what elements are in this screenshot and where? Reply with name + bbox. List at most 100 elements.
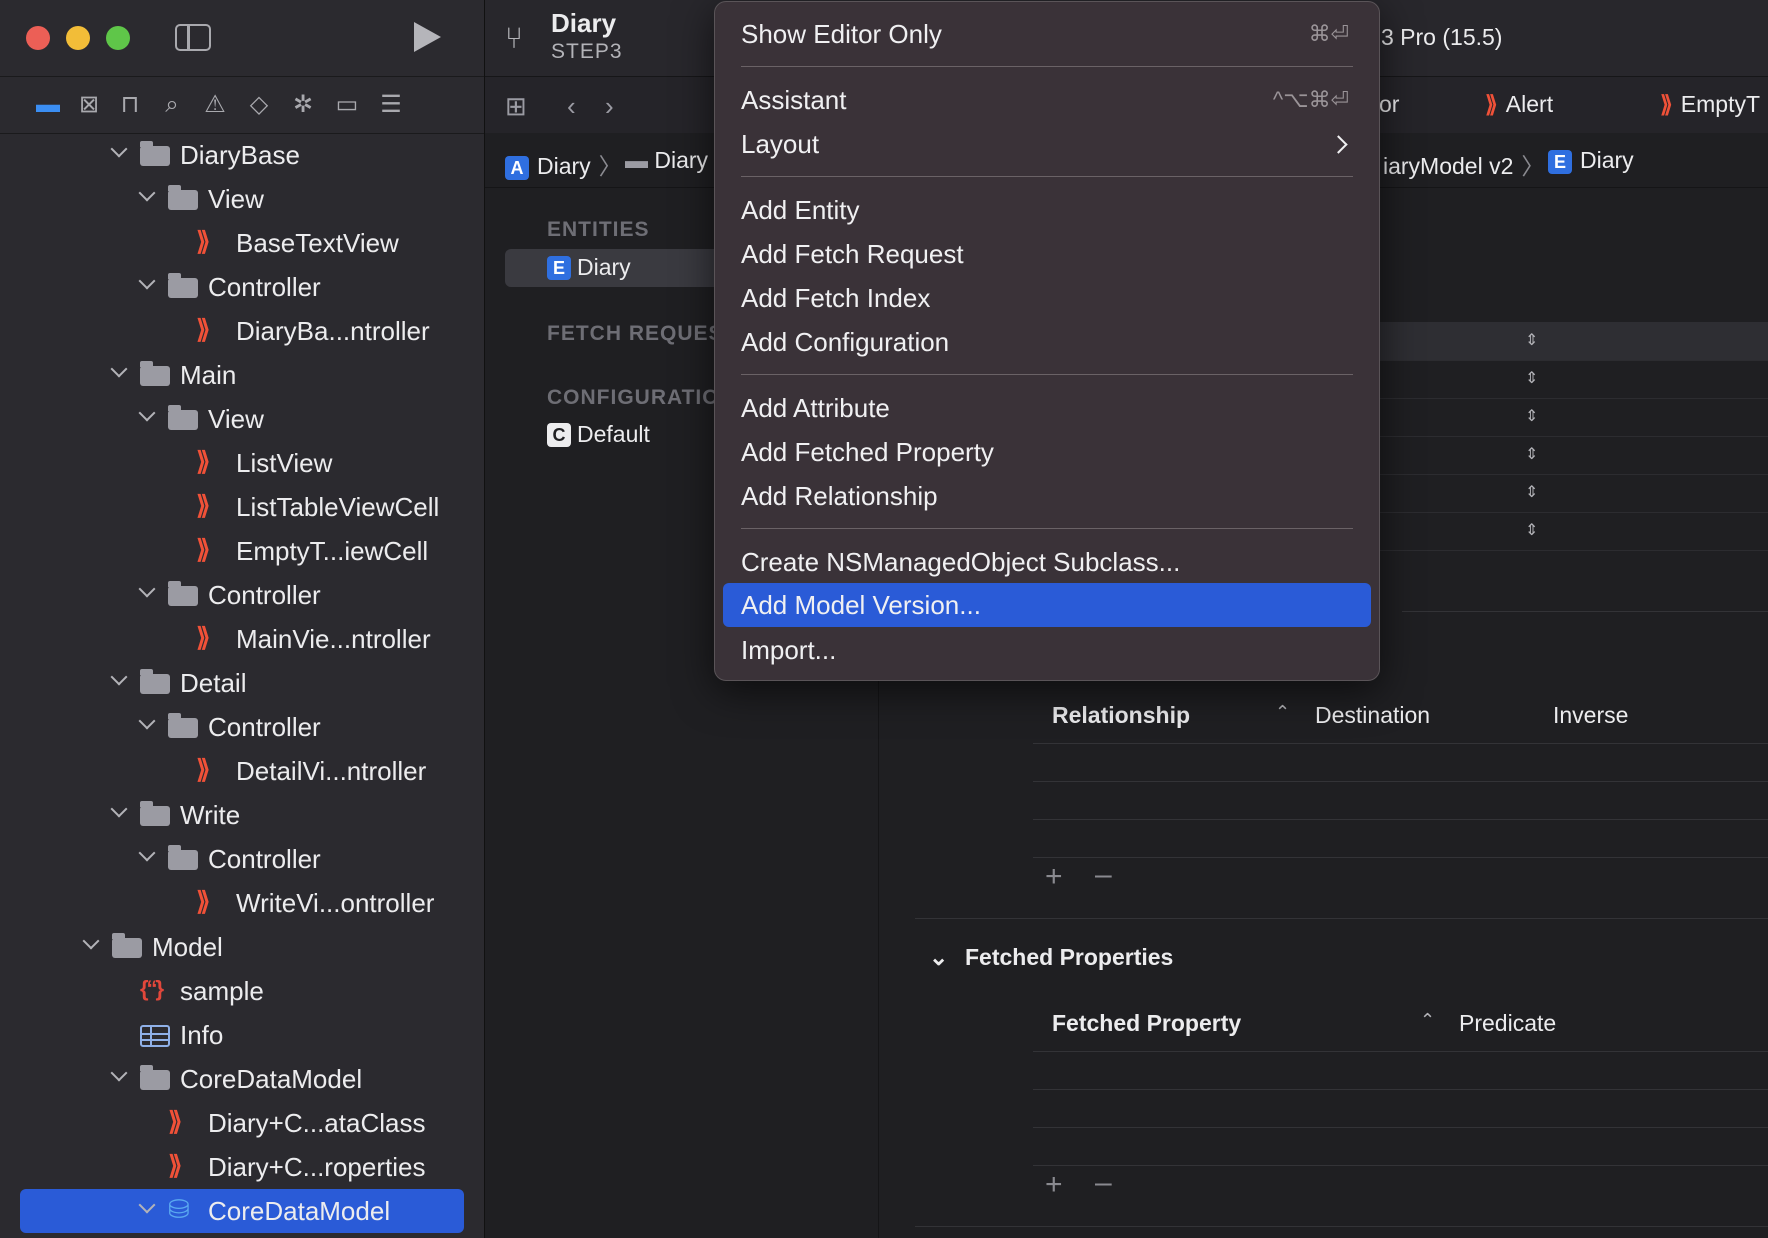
chevron-down-icon[interactable] — [138, 405, 158, 429]
menu-item-import[interactable]: Import... — [741, 630, 836, 670]
menu-item-assistant[interactable]: Assistant — [741, 80, 847, 120]
source-control-icon[interactable]: ⊠ — [74, 91, 104, 119]
attribute-row[interactable] — [1370, 322, 1768, 361]
tree-file-row[interactable]: ⟫ WriteVi...ontroller — [0, 881, 484, 925]
chevron-down-icon[interactable] — [82, 933, 102, 957]
forward-arrow-icon[interactable]: › — [605, 91, 614, 122]
jumpbar-model-version[interactable]: iaryModel v2 〉 — [1383, 147, 1552, 181]
tree-folder-row[interactable]: View — [0, 397, 484, 441]
chevron-down-icon[interactable] — [138, 273, 158, 297]
test-icon[interactable]: ◇ — [244, 91, 274, 119]
sidebar-toggle-icon[interactable] — [175, 24, 211, 51]
chevron-down-icon[interactable]: ⌄ — [929, 944, 948, 971]
warning-icon[interactable]: ⚠ — [200, 91, 230, 119]
jumpbar-folder[interactable]: ▬ Diary — [625, 147, 708, 174]
tree-file-row[interactable]: ⟫ ListView — [0, 441, 484, 485]
attribute-row[interactable] — [1370, 512, 1768, 551]
chevron-down-icon[interactable] — [138, 713, 158, 737]
menu-item-add-relationship[interactable]: Add Relationship — [741, 476, 938, 516]
chevron-down-icon[interactable] — [110, 361, 130, 385]
chevron-down-icon[interactable] — [110, 801, 130, 825]
tree-file-row[interactable]: ⟫ BaseTextView — [0, 221, 484, 265]
tab-emptyt[interactable]: ⟫ EmptyT — [1660, 91, 1760, 118]
menu-item-add-fetched-property[interactable]: Add Fetched Property — [741, 432, 994, 472]
menu-item-show-editor-only[interactable]: Show Editor Only — [741, 14, 942, 54]
add-fetched-property-button[interactable]: + — [1045, 1168, 1063, 1202]
tree-file-row[interactable]: ⟫ MainVie...ntroller — [0, 617, 484, 661]
tree-folder-row[interactable]: View — [0, 177, 484, 221]
type-popup-chevron-icon[interactable]: ⇕ — [1525, 482, 1538, 502]
attribute-row[interactable] — [1370, 398, 1768, 437]
destination-column-header[interactable]: Destination — [1315, 702, 1430, 729]
relationship-column-header[interactable]: Relationship — [1052, 702, 1190, 729]
tree-folder-row[interactable]: DiaryBase — [0, 133, 484, 177]
menu-item-create-subclass[interactable]: Create NSManagedObject Subclass... — [741, 542, 1180, 582]
jumpbar-project[interactable]: A Diary 〉 — [505, 147, 630, 181]
inverse-column-header[interactable]: Inverse — [1553, 702, 1628, 729]
run-icon[interactable] — [414, 22, 441, 52]
tab-alert[interactable]: ⟫ Alert — [1485, 91, 1553, 118]
zoom-window-button[interactable] — [106, 26, 130, 50]
close-window-button[interactable] — [26, 26, 50, 50]
type-popup-chevron-icon[interactable]: ⇕ — [1525, 368, 1538, 388]
menu-item-add-entity[interactable]: Add Entity — [741, 190, 860, 230]
predicate-column-header[interactable]: Predicate — [1459, 1010, 1556, 1037]
type-popup-chevron-icon[interactable]: ⇕ — [1525, 520, 1538, 540]
chevron-down-icon[interactable] — [138, 581, 158, 605]
chevron-down-icon[interactable] — [138, 845, 158, 869]
fetched-property-column-header[interactable]: Fetched Property — [1052, 1010, 1241, 1037]
remove-relationship-button[interactable]: – — [1095, 858, 1112, 892]
tree-folder-row[interactable]: Main — [0, 353, 484, 397]
attribute-row[interactable] — [1370, 360, 1768, 399]
menu-item-layout[interactable]: Layout — [741, 124, 819, 164]
tab-partial[interactable]: or — [1379, 91, 1399, 118]
type-popup-chevron-icon[interactable]: ⇕ — [1525, 444, 1538, 464]
breakpoint-icon[interactable]: ▭ — [332, 91, 362, 119]
chevron-down-icon[interactable] — [110, 1065, 130, 1089]
attribute-row[interactable] — [1370, 474, 1768, 513]
tree-file-row[interactable]: ⟫ DiaryBa...ntroller — [0, 309, 484, 353]
jumpbar-entity[interactable]: E Diary — [1548, 147, 1634, 174]
report-icon[interactable]: ☰ — [376, 91, 406, 119]
symbol-icon[interactable]: ⊓ — [115, 91, 145, 119]
tree-folder-row[interactable]: Controller — [0, 265, 484, 309]
grid-icon[interactable]: ⊞ — [505, 91, 527, 122]
tree-file-row[interactable]: ⟫ Diary+C...roperties — [0, 1145, 484, 1189]
scheme-title[interactable]: Diary — [551, 8, 616, 39]
menu-item-add-configuration[interactable]: Add Configuration — [741, 322, 949, 362]
menu-item-add-fetch-index[interactable]: Add Fetch Index — [741, 278, 930, 318]
search-icon[interactable]: ⌕ — [157, 91, 187, 119]
menu-item-add-attribute[interactable]: Add Attribute — [741, 388, 890, 428]
folder-icon[interactable]: ▬ — [33, 91, 63, 119]
tree-file-row[interactable]: ⟫ EmptyT...iewCell — [0, 529, 484, 573]
type-popup-chevron-icon[interactable]: ⇕ — [1525, 406, 1538, 426]
attribute-row[interactable] — [1370, 436, 1768, 475]
tree-folder-row[interactable]: Controller — [0, 573, 484, 617]
remove-fetched-property-button[interactable]: – — [1095, 1166, 1112, 1200]
tree-file-row[interactable]: {“} sample — [0, 969, 484, 1013]
chevron-down-icon[interactable] — [138, 1197, 158, 1221]
tree-folder-row[interactable]: Model — [0, 925, 484, 969]
run-destination[interactable]: 3 Pro (15.5) — [1381, 24, 1502, 51]
chevron-down-icon[interactable] — [110, 141, 130, 165]
tree-file-row[interactable]: ⛁ CoreDataModel — [0, 1189, 484, 1233]
tree-folder-row[interactable]: CoreDataModel — [0, 1057, 484, 1101]
chevron-down-icon[interactable] — [138, 185, 158, 209]
menu-item-add-fetch-request[interactable]: Add Fetch Request — [741, 234, 964, 274]
tree-folder-row[interactable]: Controller — [0, 705, 484, 749]
minimize-window-button[interactable] — [66, 26, 90, 50]
tree-folder-row[interactable]: Controller — [0, 837, 484, 881]
tree-folder-row[interactable]: Write — [0, 793, 484, 837]
menu-item-add-model-version[interactable]: Add Model Version... — [741, 585, 981, 625]
configuration-icon: C — [547, 423, 571, 447]
tree-file-row[interactable]: ⟫ DetailVi...ntroller — [0, 749, 484, 793]
tree-file-row[interactable]: ⟫ ListTableViewCell — [0, 485, 484, 529]
type-popup-chevron-icon[interactable]: ⇕ — [1525, 330, 1538, 350]
add-relationship-button[interactable]: + — [1045, 860, 1063, 894]
chevron-down-icon[interactable] — [110, 669, 130, 693]
debug-icon[interactable]: ✲ — [288, 91, 318, 119]
tree-folder-row[interactable]: Detail — [0, 661, 484, 705]
back-arrow-icon[interactable]: ‹ — [567, 91, 576, 122]
tree-file-row[interactable]: ⟫ Diary+C...ataClass — [0, 1101, 484, 1145]
tree-file-row[interactable]: Info — [0, 1013, 484, 1057]
